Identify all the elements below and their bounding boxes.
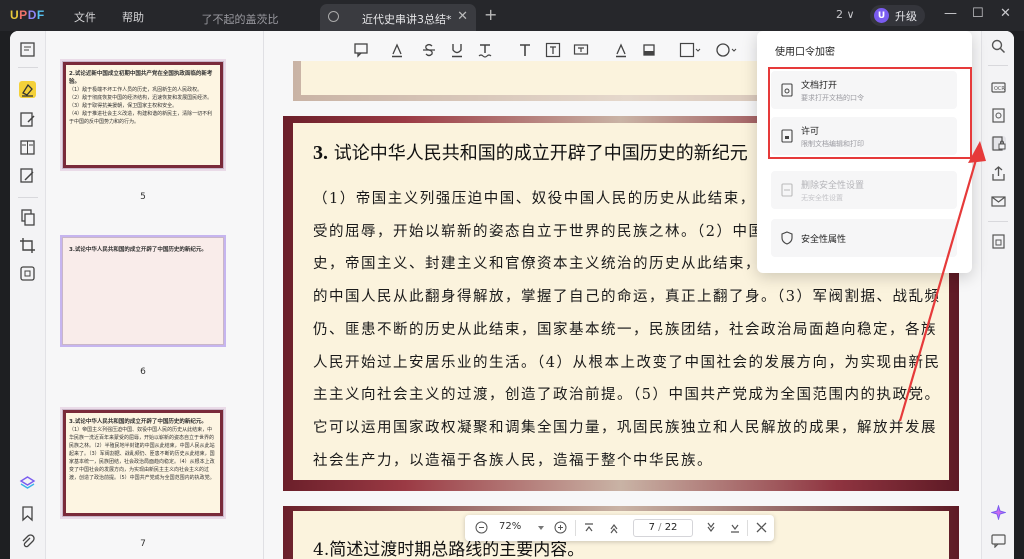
share-icon[interactable] [991, 166, 1006, 181]
underline-icon[interactable] [449, 42, 465, 58]
next-page-icon[interactable] [705, 522, 717, 534]
thumbnail-text: 3.试论中华人民共和国的成立开辟了中国历史的新纪元。 [69, 247, 207, 253]
reader-icon[interactable] [19, 41, 36, 58]
page-number-label: 5 [140, 192, 146, 202]
stamp-icon[interactable] [715, 42, 737, 58]
page-number-label: 6 [140, 367, 146, 377]
maximize-button[interactable]: ☐ [972, 6, 984, 21]
title-bar: UPDF 文件 帮助 了不起的盖茨比 近代史串讲3总结* ✕ + 2 ∨ U 升… [0, 0, 1024, 31]
tab-label: 近代史串讲3总结* [362, 13, 452, 26]
menu-help[interactable]: 帮助 [122, 9, 144, 25]
shape-icon[interactable] [679, 42, 701, 58]
divider [18, 67, 38, 68]
tab-gatsby[interactable]: 了不起的盖茨比 [170, 4, 310, 31]
crop-icon[interactable] [19, 237, 36, 254]
squiggly-icon[interactable] [477, 42, 493, 58]
highlight-icon[interactable] [389, 42, 405, 58]
thumbnail-panel: 2.试论近新中国成立初期中国共产党在全国执政面临的新考验。 （1）敌于极端不坏工… [47, 31, 264, 559]
eraser-icon[interactable] [641, 42, 657, 58]
updf-logo: UPDF [10, 8, 45, 22]
divider [575, 520, 576, 536]
page-thumbnail-6[interactable]: 3.试论中华人民共和国的成立开辟了中国历史的新纪元。 [62, 237, 224, 345]
organize-pages-icon[interactable] [19, 139, 36, 156]
tab-close-icon[interactable]: ✕ [457, 9, 468, 24]
attachment-icon[interactable] [19, 533, 36, 550]
thumbnail-text: 2.试论近新中国成立初期中国共产党在全国执政面临的新考验。 （1）敌于极端不坏工… [69, 71, 213, 125]
strikethrough-icon[interactable] [421, 42, 437, 58]
minimize-button[interactable]: — [944, 6, 957, 21]
ocr-tool-icon[interactable]: OCR [991, 80, 1006, 95]
text-icon[interactable] [517, 42, 533, 58]
fill-sign-icon[interactable] [19, 167, 36, 184]
menu-title: 使用口令加密 [775, 47, 835, 58]
svg-text:OCR: OCR [994, 86, 1005, 92]
menu-file[interactable]: 文件 [74, 9, 96, 25]
window-count-dropdown[interactable]: 2 ∨ [836, 8, 855, 21]
divider [988, 221, 1008, 222]
page-number-label: 7 [140, 539, 146, 549]
zoom-level[interactable]: 72% [499, 521, 521, 532]
document-remove-icon [781, 183, 793, 197]
ai-assistant-icon[interactable] [991, 505, 1006, 520]
save-icon[interactable] [991, 234, 1006, 249]
document-tab-icon [328, 11, 339, 22]
zoom-in-icon[interactable] [554, 521, 567, 534]
last-page-icon[interactable] [729, 522, 741, 534]
page-number-input[interactable]: 7 / 22 [633, 519, 693, 537]
convert-doc-icon[interactable] [991, 108, 1006, 123]
add-tab-button[interactable]: + [484, 5, 497, 24]
page-thumbnail-7[interactable]: 3.试论中华人民共和国的成立开辟了中国历史的新纪元。 （1）帝国主义列强压迫中国… [62, 409, 224, 517]
first-page-icon[interactable] [583, 522, 595, 534]
upgrade-label: 升级 [895, 9, 917, 23]
close-nav-icon[interactable] [756, 522, 767, 533]
bookmark-icon[interactable] [19, 505, 36, 522]
comment-icon[interactable] [353, 42, 369, 58]
page-heading: 3. 试论中华人民共和国的成立开辟了中国历史的新纪元 [313, 142, 748, 164]
ocr-icon[interactable] [19, 265, 36, 282]
upgrade-button[interactable]: U 升级 [870, 5, 925, 26]
comment-highlight-icon[interactable] [19, 81, 36, 98]
left-toolbar [10, 31, 46, 559]
edit-pdf-icon[interactable] [19, 111, 36, 128]
layers-icon[interactable] [19, 475, 36, 492]
search-icon[interactable] [991, 39, 1006, 54]
red-arrow-annotation [898, 141, 986, 422]
page-navigation-bar: 72% 7 / 22 [465, 515, 774, 541]
shield-icon [781, 231, 793, 245]
pencil-icon[interactable] [613, 42, 629, 58]
divider [747, 520, 748, 536]
feedback-icon[interactable] [991, 533, 1006, 548]
text-callout-icon[interactable] [573, 42, 589, 58]
main-window: 2.试论近新中国成立初期中国共产党在全国执政面临的新考验。 （1）敌于极端不坏工… [10, 31, 1014, 559]
previous-page-icon[interactable] [608, 522, 620, 534]
email-icon[interactable] [991, 194, 1006, 209]
zoom-dropdown-icon[interactable] [537, 524, 545, 532]
page-thumbnail-5[interactable]: 2.试论近新中国成立初期中国共产党在全国执政面临的新考验。 （1）敌于极端不坏工… [62, 61, 224, 169]
user-avatar: U [874, 8, 889, 23]
divider [18, 197, 38, 198]
close-window-button[interactable]: ✕ [1000, 6, 1011, 21]
thumbnail-text: 3.试论中华人民共和国的成立开辟了中国历史的新纪元。 （1）帝国主义列强压迫中国… [69, 419, 215, 481]
protect-document-icon[interactable] [991, 136, 1006, 151]
convert-icon[interactable] [19, 209, 36, 226]
textbox-icon[interactable] [545, 42, 561, 58]
divider [988, 65, 1008, 66]
tab-current-document[interactable]: 近代史串讲3总结* ✕ [320, 4, 476, 31]
zoom-out-icon[interactable] [475, 521, 488, 534]
